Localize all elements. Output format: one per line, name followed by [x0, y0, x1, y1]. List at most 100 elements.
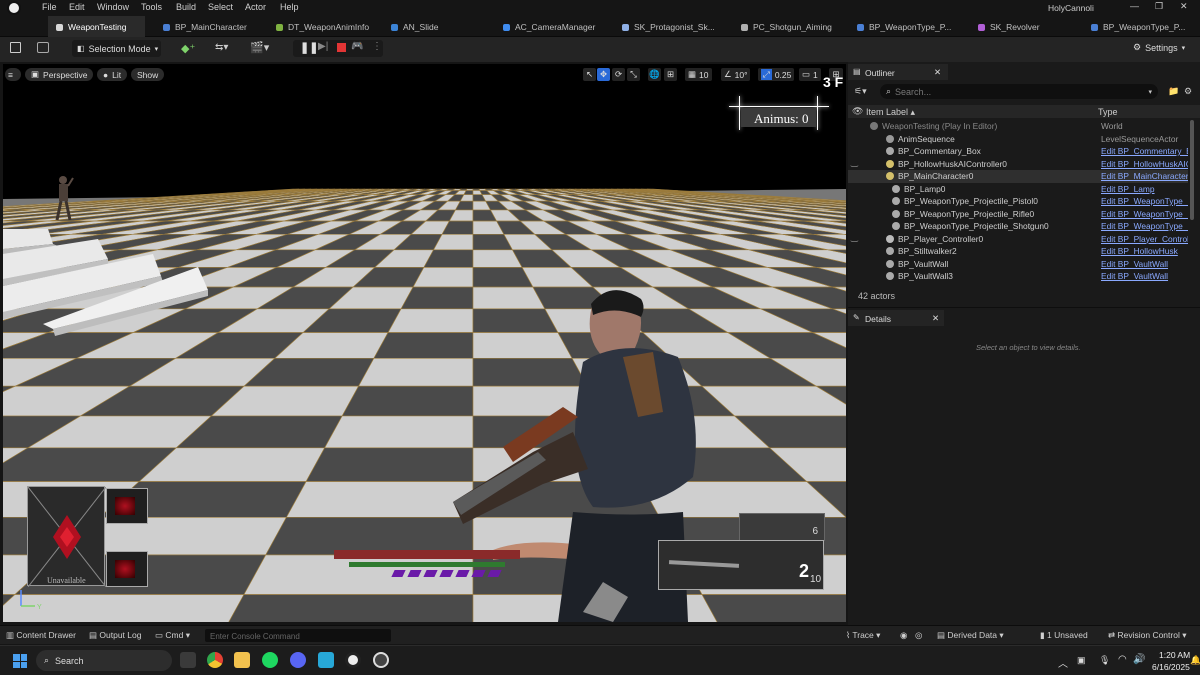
minimize-icon[interactable]: — [1130, 1, 1139, 11]
tab-4[interactable]: AC_CameraManager [495, 16, 607, 37]
chrome-icon[interactable] [207, 652, 223, 668]
save-icon[interactable] [10, 42, 21, 53]
outliner-row[interactable]: BP_WeaponType_Projectile_Pistol0 Edit BP_… [848, 195, 1188, 208]
taskbar-search-box[interactable]: ⌕ Search [36, 650, 172, 671]
rotate-mode-icon[interactable]: ⟳ [612, 68, 625, 81]
derived-data-button[interactable]: ▤ Derived Data ▾ [937, 630, 1004, 641]
details-tab[interactable]: ✎ Details ✕ [848, 310, 944, 326]
add-folder-icon[interactable]: 📁 [1168, 86, 1179, 97]
tab-7[interactable]: BP_WeaponType_P... [849, 16, 966, 37]
cmd-dropdown[interactable]: ▭ Cmd ▾ [155, 630, 190, 641]
menu-tools[interactable]: Tools [141, 2, 162, 12]
menu-help[interactable]: Help [280, 2, 299, 12]
restore-icon[interactable]: ❐ [1155, 1, 1163, 12]
spotify-icon[interactable] [262, 652, 278, 668]
tab-0[interactable]: WeaponTesting [48, 16, 145, 37]
task-view-icon[interactable] [180, 652, 196, 668]
actor-type[interactable]: Edit BP_HollowHusk [1101, 246, 1188, 256]
obs-icon[interactable] [373, 652, 389, 668]
rotation-snap-toggle[interactable]: ∠ 10° [721, 68, 751, 81]
actor-type[interactable]: Edit BP_WeaponType_Pr [1101, 221, 1188, 231]
actor-type[interactable]: Edit BP_MainCharacter [1101, 171, 1188, 181]
outliner-row[interactable]: BP_Commentary_Box Edit BP_Commentary_Box [848, 145, 1188, 158]
capture-icon[interactable]: ◎ [915, 630, 922, 641]
profiler-icon[interactable]: ◉ [900, 630, 907, 641]
visibility-eye-icon[interactable]: 👁 [852, 106, 863, 117]
revision-control-button[interactable]: ⇄ Revision Control ▾ [1108, 630, 1187, 641]
camera-speed-button[interactable]: ▭ 1 [799, 68, 821, 81]
tab-3[interactable]: AN_Slide [383, 16, 491, 37]
select-mode-icon[interactable]: ↖ [583, 68, 596, 81]
close-icon[interactable]: ✕ [1180, 1, 1188, 12]
unreal-logo-icon[interactable] [7, 1, 21, 15]
tab-6[interactable]: PC_Shotgun_Aiming [733, 16, 845, 37]
discord-icon[interactable] [290, 652, 306, 668]
visibility-eye-icon[interactable]: ‿ [851, 232, 858, 242]
outliner-settings-icon[interactable]: ⚙ [1184, 86, 1192, 97]
unreal-engine-icon[interactable] [345, 652, 361, 668]
microphone-icon[interactable]: 🎙 [1099, 655, 1110, 666]
filter-icon[interactable]: ⚟▾ [854, 86, 867, 97]
unsaved-button[interactable]: ▮ 1 Unsaved [1040, 630, 1088, 641]
tab-5[interactable]: SK_Protagonist_Sk... [614, 16, 729, 37]
world-local-icon[interactable]: 🌐 [648, 68, 661, 81]
blueprint-icon[interactable]: ⇆▾ [215, 42, 228, 53]
cinematics-icon[interactable]: 🎬▾ [250, 41, 269, 54]
translate-mode-icon[interactable]: ✥ [597, 68, 610, 81]
content-drawer-button[interactable]: ▥ Content Drawer [6, 630, 76, 641]
outliner-row[interactable]: BP_VaultWall3 Edit BP_VaultWall [848, 270, 1188, 283]
outliner-row[interactable]: BP_Lamp0 Edit BP_Lamp [848, 183, 1188, 196]
outliner-scrollbar[interactable] [1190, 120, 1194, 220]
source-control-icon[interactable] [37, 42, 49, 53]
windows-start-icon[interactable] [13, 654, 27, 668]
col-type[interactable]: Type [1098, 107, 1118, 117]
tab-8[interactable]: SK_Revolver [970, 16, 1080, 37]
actor-type[interactable]: Edit BP_Commentary_Box [1101, 146, 1188, 156]
close-icon[interactable]: ✕ [934, 67, 941, 78]
app-icon[interactable] [318, 652, 334, 668]
menu-build[interactable]: Build [176, 2, 196, 12]
outliner-row[interactable]: BP_Stiltwalker2 Edit BP_HollowHusk [848, 245, 1188, 258]
output-log-button[interactable]: ▤ Output Log [89, 630, 141, 641]
eject-gamepad-icon[interactable]: 🎮 [351, 41, 363, 52]
actor-type[interactable]: Edit BP_VaultWall [1101, 271, 1188, 281]
show-button[interactable]: Show [131, 68, 165, 81]
volume-icon[interactable]: 🔊 [1133, 654, 1145, 665]
console-input[interactable]: Enter Console Command [205, 629, 391, 642]
tab-1[interactable]: BP_MainCharacter [155, 16, 265, 37]
actor-type[interactable]: Edit BP_Lamp [1101, 184, 1188, 194]
outliner-tab[interactable]: ▤ Outliner ✕ [848, 64, 948, 80]
outliner-row[interactable]: ‿ BP_Player_Controller0 Edit BP_Player_Con… [848, 232, 1188, 246]
col-item-label[interactable]: Item Label ▴ [866, 107, 915, 118]
pause-icon[interactable]: ❚❚ [300, 41, 318, 54]
outliner-row[interactable]: ‿ BP_HollowHuskAIController0 Edit BP_Hollo… [848, 157, 1188, 171]
menu-file[interactable]: File [42, 2, 57, 12]
actor-type[interactable]: Edit BP_Player_Controlle [1101, 234, 1188, 244]
menu-window[interactable]: Window [97, 2, 129, 12]
close-icon[interactable]: ✕ [932, 313, 939, 324]
scale-mode-icon[interactable]: ⤡ [627, 68, 640, 81]
settings-button[interactable]: ⚙ Settings ▾ [1133, 42, 1185, 53]
file-explorer-icon[interactable] [234, 652, 250, 668]
tab-2[interactable]: DT_WeaponAnimInfo [268, 16, 380, 37]
add-actor-icon[interactable]: ◆⁺ [181, 42, 195, 55]
visibility-eye-icon[interactable]: ‿ [851, 157, 858, 167]
level-viewport[interactable]: ≡ ▣ Perspective ● Lit Show ↖ ✥ ⟳ ⤡ 🌐 ⊞ ▦… [3, 64, 846, 622]
outliner-row[interactable]: WeaponTesting (Play In Editor) World [848, 120, 1188, 133]
more-options-icon[interactable]: ⋮ [372, 41, 382, 52]
menu-edit[interactable]: Edit [69, 2, 85, 12]
surface-snap-icon[interactable]: ⊞ [664, 68, 677, 81]
selection-mode-dropdown[interactable]: ◧ Selection Mode ▾ [72, 40, 161, 57]
outliner-row[interactable]: BP_WeaponType_Projectile_Shotgun0 Edit BP… [848, 220, 1188, 233]
notifications-icon[interactable]: 🔔 [1190, 655, 1200, 666]
actor-type[interactable]: Edit BP_WeaponType_Pr [1101, 196, 1188, 206]
trace-dropdown[interactable]: ⌇ Trace ▾ [846, 630, 880, 641]
outliner-row[interactable]: BP_WeaponType_Projectile_Rifle0 Edit BP_W… [848, 208, 1188, 221]
chevron-up-icon[interactable]: ︿ [1058, 655, 1068, 670]
stop-icon[interactable] [337, 43, 346, 52]
step-icon[interactable]: ▶| [318, 41, 328, 52]
lit-button[interactable]: ● Lit [97, 68, 128, 81]
grid-snap-toggle[interactable]: ▦ 10 [685, 68, 712, 81]
perspective-button[interactable]: ▣ Perspective [25, 68, 94, 81]
menu-select[interactable]: Select [208, 2, 233, 12]
